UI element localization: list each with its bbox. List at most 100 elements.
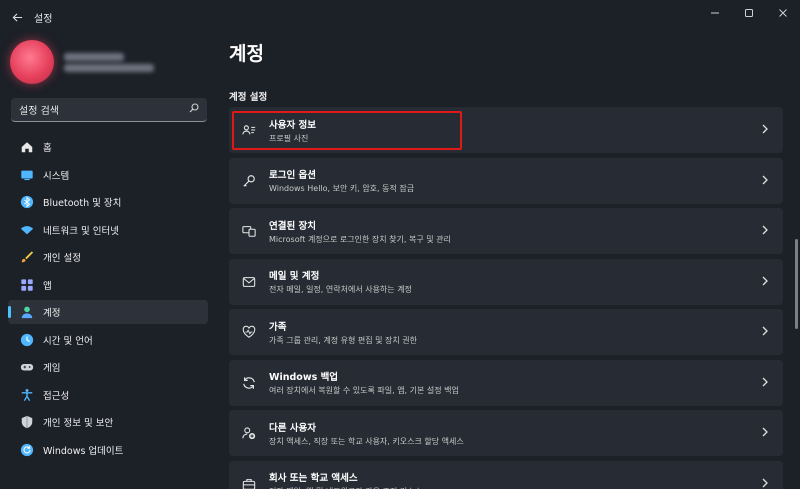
card-text: 가족가족 그룹 관리, 계정 유형 편집 및 장치 권한 xyxy=(269,319,747,346)
sidebar-item[interactable]: Bluetooth 및 장치 xyxy=(8,190,208,214)
card-title: 가족 xyxy=(269,321,287,333)
avatar xyxy=(10,40,54,84)
profile-text xyxy=(64,52,154,72)
chevron-right-icon xyxy=(747,224,783,238)
section-title: 계정 설정 xyxy=(229,92,268,103)
apps-icon xyxy=(18,276,36,294)
back-arrow-icon[interactable] xyxy=(0,0,34,34)
sidebar-item-label: 개인 설정 xyxy=(43,253,81,264)
family-heart-icon xyxy=(229,325,269,339)
search-icon[interactable] xyxy=(189,103,199,116)
sidebar-item-label: 계정 xyxy=(43,308,61,319)
sidebar-item-label: 시간 및 언어 xyxy=(43,335,93,347)
update-icon xyxy=(18,441,36,459)
card-title: Windows 백업 xyxy=(269,372,339,383)
card-title: 사용자 정보 xyxy=(269,119,317,131)
chevron-right-icon xyxy=(747,123,783,137)
user-profile[interactable] xyxy=(10,40,154,84)
card-subtitle: 장치 액세스, 직장 또는 학교 사용자, 키오스크 할당 액세스 xyxy=(269,436,464,446)
bluetooth-icon xyxy=(18,193,36,211)
settings-card[interactable]: Windows 백업여러 장치에서 복원할 수 있도록 파일, 앱, 기본 설정… xyxy=(229,359,783,406)
card-subtitle: 프로필 사진 xyxy=(269,133,309,143)
card-text: 회사 또는 학교 액세스전자 메일, 앱 및 네트워크와 같은 조직 리소스 xyxy=(269,470,747,489)
scrollbar[interactable] xyxy=(795,239,798,329)
person-icon xyxy=(18,303,36,321)
card-text: 연결된 장치 Microsoft 계정으로 로그인한 장치 찾기, 복구 및 관리 xyxy=(269,218,747,245)
card-text: 메일 및 계정전자 메일, 일정, 연락처에서 사용하는 계정 xyxy=(269,268,747,295)
card-title: 메일 및 계정 xyxy=(269,271,320,282)
sidebar-item-label: 개인 정보 및 보안 xyxy=(43,418,114,429)
settings-card[interactable]: 메일 및 계정전자 메일, 일정, 연락처에서 사용하는 계정 xyxy=(229,258,783,305)
sidebar-item-label: Bluetooth 및 장치 xyxy=(43,198,122,209)
chevron-right-icon xyxy=(747,477,783,489)
sidebar-item[interactable]: 개인 설정 xyxy=(8,245,208,269)
card-subtitle: 전자 메일, 일정, 연락처에서 사용하는 계정 xyxy=(269,285,412,294)
settings-card[interactable]: 로그인 옵션 Windows Hello, 보안 키, 암호, 동적 잠금 xyxy=(229,157,783,204)
devices-icon xyxy=(229,224,269,238)
card-text: Windows 백업여러 장치에서 복원할 수 있도록 파일, 앱, 기본 설정… xyxy=(269,369,747,396)
card-title: 로그인 옵션 xyxy=(269,170,317,181)
shield-icon xyxy=(18,413,36,431)
app-title: 설정 xyxy=(34,13,53,25)
profile-email xyxy=(64,63,154,72)
sidebar-item[interactable]: 앱 xyxy=(8,273,208,297)
settings-card[interactable]: 가족가족 그룹 관리, 계정 유형 편집 및 장치 권한 xyxy=(229,309,783,355)
window-controls xyxy=(698,0,800,26)
settings-card[interactable]: 사용자 정보프로필 사진 xyxy=(229,107,783,153)
key-icon xyxy=(229,174,269,188)
card-subtitle: 가족 그룹 관리, 계정 유형 편집 및 장치 권한 xyxy=(269,335,418,345)
sidebar-item[interactable]: 계정 xyxy=(8,300,208,324)
close-button[interactable] xyxy=(766,0,800,26)
sidebar-item[interactable]: Windows 업데이트 xyxy=(8,438,208,462)
sidebar-item-label: 게임 xyxy=(43,363,61,374)
accessibility-icon xyxy=(18,386,36,404)
gamepad-icon xyxy=(18,358,36,376)
settings-card[interactable]: 다른 사용자장치 액세스, 직장 또는 학교 사용자, 키오스크 할당 액세스 xyxy=(229,410,783,456)
sidebar-item-label: Windows 업데이트 xyxy=(43,445,124,457)
card-title: 회사 또는 학교 액세스 xyxy=(269,473,358,484)
sidebar-item-label: 앱 xyxy=(43,280,52,292)
globe-clock-icon xyxy=(18,331,36,349)
card-subtitle: Windows Hello, 보안 키, 암호, 동적 잠금 xyxy=(269,184,415,193)
monitor-icon xyxy=(18,166,36,184)
settings-card[interactable]: 연결된 장치 Microsoft 계정으로 로그인한 장치 찾기, 복구 및 관리 xyxy=(229,208,783,254)
sidebar-item-label: 네트워크 및 인터넷 xyxy=(43,225,119,237)
chevron-right-icon xyxy=(747,174,783,188)
maximize-button[interactable] xyxy=(732,0,766,26)
brush-icon xyxy=(18,248,36,266)
add-user-icon xyxy=(229,426,269,440)
home-icon xyxy=(18,138,36,156)
briefcase-icon xyxy=(229,477,269,489)
sidebar-item-label: 홈 xyxy=(43,143,52,154)
chevron-right-icon xyxy=(747,376,783,390)
search-box[interactable]: 설정 검색 xyxy=(11,98,207,122)
card-subtitle: 여러 장치에서 복원할 수 있도록 파일, 앱, 기본 설정 백업 xyxy=(269,386,459,395)
card-title: 다른 사용자 xyxy=(269,422,317,434)
card-text: 다른 사용자장치 액세스, 직장 또는 학교 사용자, 키오스크 할당 액세스 xyxy=(269,420,747,447)
page-title: 계정 xyxy=(229,43,264,65)
mail-icon xyxy=(229,275,269,289)
search-input[interactable]: 설정 검색 xyxy=(19,102,189,117)
title-bar: 설정 xyxy=(0,0,800,34)
sidebar-nav: 홈시스템 Bluetooth 및 장치네트워크 및 인터넷개인 설정앱계정시간 및… xyxy=(8,135,208,465)
wifi-icon xyxy=(18,221,36,239)
backup-icon xyxy=(229,376,269,390)
card-text: 로그인 옵션 Windows Hello, 보안 키, 암호, 동적 잠금 xyxy=(269,167,747,194)
chevron-right-icon xyxy=(747,325,783,339)
sidebar-item[interactable]: 접근성 xyxy=(8,383,208,407)
card-title: 연결된 장치 xyxy=(269,220,317,232)
minimize-button[interactable] xyxy=(698,0,732,26)
sidebar-item[interactable]: 개인 정보 및 보안 xyxy=(8,410,208,434)
card-subtitle: Microsoft 계정으로 로그인한 장치 찾기, 복구 및 관리 xyxy=(269,234,451,244)
sidebar-item[interactable]: 홈 xyxy=(8,135,208,159)
settings-card[interactable]: 회사 또는 학교 액세스전자 메일, 앱 및 네트워크와 같은 조직 리소스 xyxy=(229,460,783,489)
sidebar-item[interactable]: 네트워크 및 인터넷 xyxy=(8,218,208,242)
chevron-right-icon xyxy=(747,275,783,289)
sidebar-item[interactable]: 게임 xyxy=(8,355,208,379)
sidebar-item[interactable]: 시스템 xyxy=(8,163,208,187)
settings-card-list: 사용자 정보프로필 사진로그인 옵션 Windows Hello, 보안 키, 암… xyxy=(229,107,783,489)
user-info-icon xyxy=(229,123,269,137)
profile-name xyxy=(64,52,124,61)
card-text: 사용자 정보프로필 사진 xyxy=(269,117,747,144)
sidebar-item[interactable]: 시간 및 언어 xyxy=(8,328,208,352)
